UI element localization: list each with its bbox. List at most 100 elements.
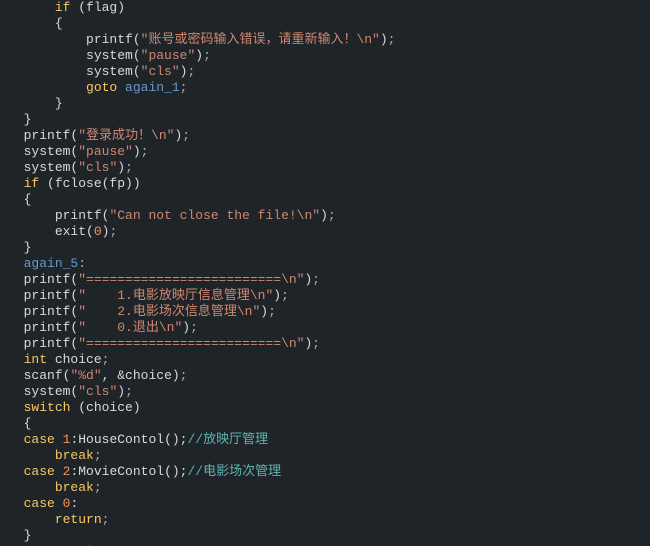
token-str: " 1.电影放映厅信息管理\n" <box>78 288 273 303</box>
token-op: ( <box>86 224 94 239</box>
token-str: "pause" <box>141 48 196 63</box>
code-line: exit(0); <box>0 224 650 240</box>
token-op: :MovieContol(); <box>70 464 187 479</box>
token-op: :HouseContol(); <box>70 432 187 447</box>
token-str: "cls" <box>78 160 117 175</box>
token-fn: printf <box>24 288 71 303</box>
code-line: system("cls"); <box>0 160 650 176</box>
token-semi: ; <box>268 304 276 319</box>
code-line: printf(" 1.电影放映厅信息管理\n"); <box>0 288 650 304</box>
token-fn: system <box>86 48 133 63</box>
token-fn: system <box>24 160 71 175</box>
code-line: { <box>0 192 650 208</box>
code-line: printf("=========================\n"); <box>0 272 650 288</box>
token-str: "cls" <box>141 64 180 79</box>
code-line: int choice; <box>0 352 650 368</box>
token-semi: : <box>78 256 86 271</box>
code-line: } <box>0 240 650 256</box>
token-kw: switch <box>24 400 71 415</box>
token-semi: ; <box>102 512 110 527</box>
token-semi: ; <box>182 128 190 143</box>
token-op: ) <box>380 32 388 47</box>
token-cmt: //放映厅管理 <box>187 432 268 447</box>
token-semi: ; <box>312 272 320 287</box>
token-str: "=========================\n" <box>78 272 304 287</box>
token-str: "=========================\n" <box>78 336 304 351</box>
token-fn: system <box>86 64 133 79</box>
token-op: choice <box>47 352 102 367</box>
token-brace: { <box>24 192 32 207</box>
code-line: if (flag) <box>0 0 650 16</box>
token-id: again_1 <box>125 80 180 95</box>
code-line: } <box>0 96 650 112</box>
token-semi: ; <box>180 368 188 383</box>
token-fn: system <box>24 384 71 399</box>
token-fn: printf <box>24 272 71 287</box>
token-semi: ; <box>125 160 133 175</box>
token-cmt: //电影场次管理 <box>187 464 281 479</box>
code-line: case 2:MovieContol();//电影场次管理 <box>0 464 650 480</box>
token-fn: printf <box>24 304 71 319</box>
code-line: } <box>0 112 650 128</box>
code-line: printf("Can not close the file!\n"); <box>0 208 650 224</box>
token-op: (fclose(fp)) <box>39 176 140 191</box>
code-editor: if (flag) { printf("账号或密码输入错误，请重新输入！\n")… <box>0 0 650 546</box>
token-op <box>55 496 63 511</box>
code-line: goto again_1; <box>0 80 650 96</box>
token-semi: ; <box>203 48 211 63</box>
code-line: break; <box>0 480 650 496</box>
token-semi: ; <box>388 32 396 47</box>
code-line: again_5: <box>0 256 650 272</box>
token-kw: case <box>24 496 55 511</box>
token-semi: ; <box>328 208 336 223</box>
token-kw: goto <box>86 80 117 95</box>
token-op: ( <box>133 32 141 47</box>
token-kw: if <box>24 176 40 191</box>
token-fn: scanf <box>24 368 63 383</box>
code-line: system("cls"); <box>0 384 650 400</box>
token-op: ( <box>133 48 141 63</box>
token-brace: } <box>24 528 32 543</box>
token-str: "%d" <box>70 368 101 383</box>
code-line: printf(" 2.电影场次信息管理\n"); <box>0 304 650 320</box>
token-op: , &choice) <box>102 368 180 383</box>
token-kw: return <box>55 512 102 527</box>
token-kw: if <box>55 0 71 15</box>
code-line: switch (choice) <box>0 400 650 416</box>
token-str: "账号或密码输入错误，请重新输入！\n" <box>141 32 380 47</box>
code-line: if (fclose(fp)) <box>0 176 650 192</box>
token-op: ) <box>320 208 328 223</box>
token-op <box>55 464 63 479</box>
token-id: again_5 <box>24 256 79 271</box>
token-kw: int <box>24 352 47 367</box>
token-semi: ; <box>187 64 195 79</box>
token-semi: ; <box>102 352 110 367</box>
token-brace: { <box>55 16 63 31</box>
token-op: ) <box>195 48 203 63</box>
token-num: 0 <box>94 224 102 239</box>
token-fn: exit <box>55 224 86 239</box>
token-semi: ; <box>94 480 102 495</box>
code-line: printf("账号或密码输入错误，请重新输入！\n"); <box>0 32 650 48</box>
token-brace: { <box>24 416 32 431</box>
token-semi: ; <box>141 144 149 159</box>
code-line: return; <box>0 512 650 528</box>
token-str: " 2.电影场次信息管理\n" <box>78 304 260 319</box>
token-fn: printf <box>55 208 102 223</box>
token-op: (choice) <box>70 400 140 415</box>
code-line: case 1:HouseContol();//放映厅管理 <box>0 432 650 448</box>
code-line: { <box>0 416 650 432</box>
token-fn: printf <box>24 336 71 351</box>
token-op: ) <box>273 288 281 303</box>
code-line: printf("=========================\n"); <box>0 336 650 352</box>
token-kw: break <box>55 448 94 463</box>
token-semi: ; <box>281 288 289 303</box>
token-semi: ; <box>180 80 188 95</box>
token-fn: printf <box>24 320 71 335</box>
token-brace: } <box>24 112 32 127</box>
token-str: "登录成功！\n" <box>78 128 174 143</box>
token-op: ) <box>260 304 268 319</box>
token-op: ( <box>133 64 141 79</box>
token-op: ) <box>117 384 125 399</box>
token-op: ) <box>133 144 141 159</box>
